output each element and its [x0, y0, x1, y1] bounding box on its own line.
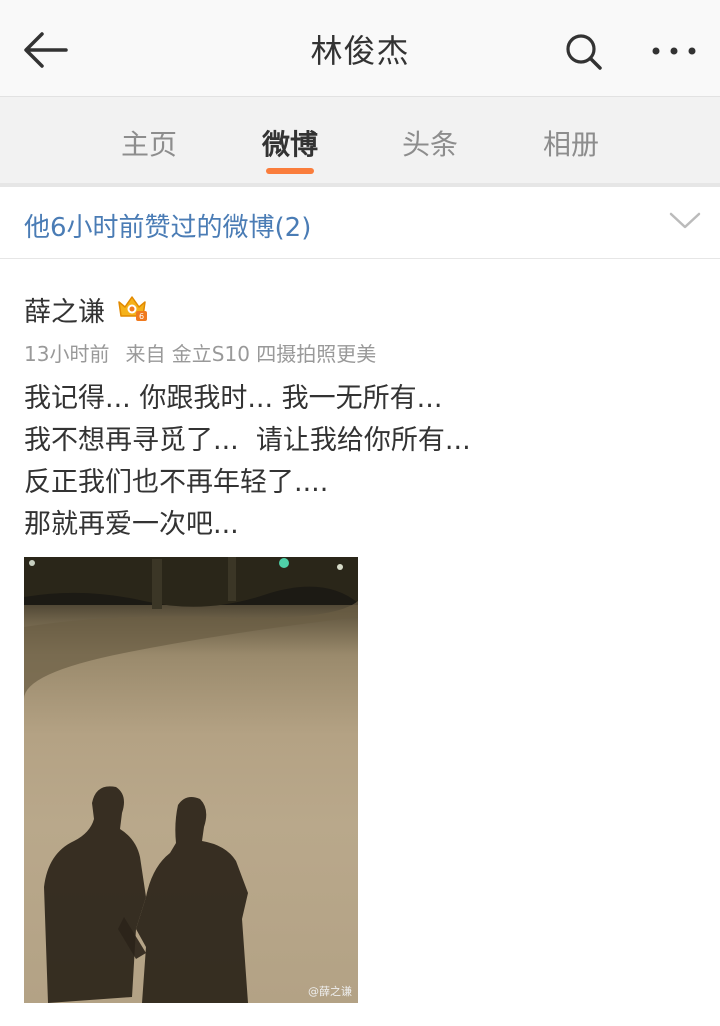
tab-home[interactable]: 主页	[104, 123, 194, 163]
top-bar: 林俊杰	[0, 0, 720, 97]
profile-tab-bar: 主页 微博 头条 相册	[0, 97, 720, 187]
more-button[interactable]	[648, 36, 700, 66]
post-meta: 13小时前 来自 金立S10 四摄拍照更美	[24, 338, 392, 367]
svg-text:6: 6	[139, 312, 144, 321]
search-button[interactable]	[562, 30, 606, 74]
post-source: 来自 金立S10 四摄拍照更美	[125, 342, 377, 366]
liked-posts-header[interactable]: 他6小时前赞过的微博(2)	[0, 187, 720, 259]
more-dots-icon	[652, 47, 696, 55]
post-text-line: 反正我们也不再年轻了....	[24, 467, 329, 498]
post-author-name[interactable]: 薛之谦	[24, 290, 105, 329]
search-icon	[566, 34, 602, 70]
post-text-line: 我记得... 你跟我时... 我一无所有...	[24, 383, 443, 414]
post-text: 我记得... 你跟我时... 我一无所有... 我不想再寻觅了... 请让我给你…	[24, 378, 471, 546]
post-text-line: 那就再爱一次吧...	[24, 509, 239, 540]
post-time: 13小时前	[24, 342, 110, 366]
post-image[interactable]: @薛之谦	[24, 557, 358, 1003]
liked-posts-label: 他6小时前赞过的微博(2)	[24, 213, 312, 243]
active-tab-indicator	[266, 168, 314, 174]
crown-vip-badge-icon: 6	[118, 296, 147, 321]
night-road-shadows-photo	[24, 557, 358, 1003]
post-text-line: 我不想再寻觅了... 请让我给你所有...	[24, 425, 471, 456]
tab-weibo[interactable]: 微博	[245, 123, 335, 163]
image-watermark: @薛之谦	[308, 985, 352, 998]
page-title: 林俊杰	[310, 32, 410, 70]
tab-album[interactable]: 相册	[526, 123, 616, 163]
chevron-down-icon[interactable]	[668, 210, 702, 232]
tab-headlines[interactable]: 头条	[385, 123, 475, 163]
